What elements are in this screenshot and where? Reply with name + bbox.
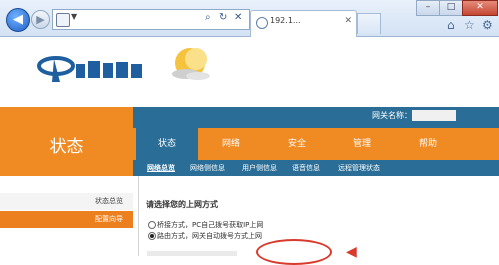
gear-icon[interactable]: ⚙ bbox=[482, 18, 493, 32]
radio-route-mode[interactable] bbox=[148, 232, 156, 240]
sun-logo-icon bbox=[172, 48, 210, 80]
subnav-voice-info[interactable]: 语音信息 bbox=[292, 163, 320, 173]
subnav-network-overview[interactable]: 网络总览 bbox=[147, 163, 175, 173]
tab-title: 192.1... bbox=[270, 16, 301, 25]
tab-network[interactable]: 网络 bbox=[200, 128, 262, 160]
radio-route-label: 路由方式，网关自动拨号方式上网 bbox=[157, 232, 262, 240]
subnav-user-side-info[interactable]: 用户侧信息 bbox=[242, 163, 277, 173]
tab-status[interactable]: 状态 bbox=[136, 128, 198, 160]
address-bar[interactable]: ▼ ⌕ ↻ ✕ bbox=[52, 9, 250, 30]
minimize-icon[interactable]: – bbox=[416, 0, 440, 16]
tab-security[interactable]: 安全 bbox=[266, 128, 328, 160]
gateway-name-value bbox=[412, 110, 456, 121]
tab-management[interactable]: 管理 bbox=[331, 128, 393, 160]
search-icon[interactable]: ⌕ bbox=[205, 12, 211, 23]
highlight-circle bbox=[256, 239, 332, 265]
home-icon[interactable]: ⌂ bbox=[447, 18, 455, 32]
tab-help[interactable]: 帮助 bbox=[397, 128, 459, 160]
field-label-blurred bbox=[147, 251, 237, 256]
refresh-icon[interactable]: ↻ bbox=[219, 12, 227, 23]
page-icon bbox=[56, 13, 70, 27]
content-divider bbox=[138, 176, 139, 256]
address-dropdown-icon[interactable]: ▼ bbox=[71, 12, 77, 21]
left-menu-status-overview[interactable]: 状态总览 bbox=[0, 193, 133, 210]
left-menu-setup-wizard[interactable]: 配置向导 bbox=[0, 211, 133, 228]
radio-bridge-mode[interactable] bbox=[148, 221, 156, 229]
forward-arrow-icon[interactable]: ▶ bbox=[31, 10, 50, 29]
tab-favicon-icon bbox=[256, 17, 268, 29]
telecom-logo bbox=[37, 56, 142, 82]
window-close-icon[interactable]: ✕ bbox=[462, 0, 498, 16]
pointer-arrow-icon: ◀ bbox=[346, 244, 357, 260]
subnav-network-side-info[interactable]: 网络侧信息 bbox=[190, 163, 225, 173]
browser-tab[interactable]: 192.1... ✕ bbox=[250, 10, 357, 37]
radio-bridge-label: 桥接方式，PC自己拨号获取IP上网 bbox=[157, 221, 264, 229]
back-arrow-icon[interactable]: ◀ bbox=[6, 8, 30, 32]
subnav-remote-management[interactable]: 远程管理状态 bbox=[338, 163, 380, 173]
content-title: 请选择您的上网方式 bbox=[146, 200, 218, 209]
maximize-icon[interactable]: □ bbox=[439, 0, 463, 16]
stop-icon[interactable]: ✕ bbox=[234, 12, 242, 23]
gateway-name-label: 网关名称： bbox=[372, 111, 412, 120]
star-icon[interactable]: ☆ bbox=[464, 18, 475, 32]
new-tab-button[interactable] bbox=[357, 13, 381, 34]
tab-close-icon[interactable]: ✕ bbox=[344, 16, 352, 26]
section-title: 状态 bbox=[49, 137, 84, 157]
